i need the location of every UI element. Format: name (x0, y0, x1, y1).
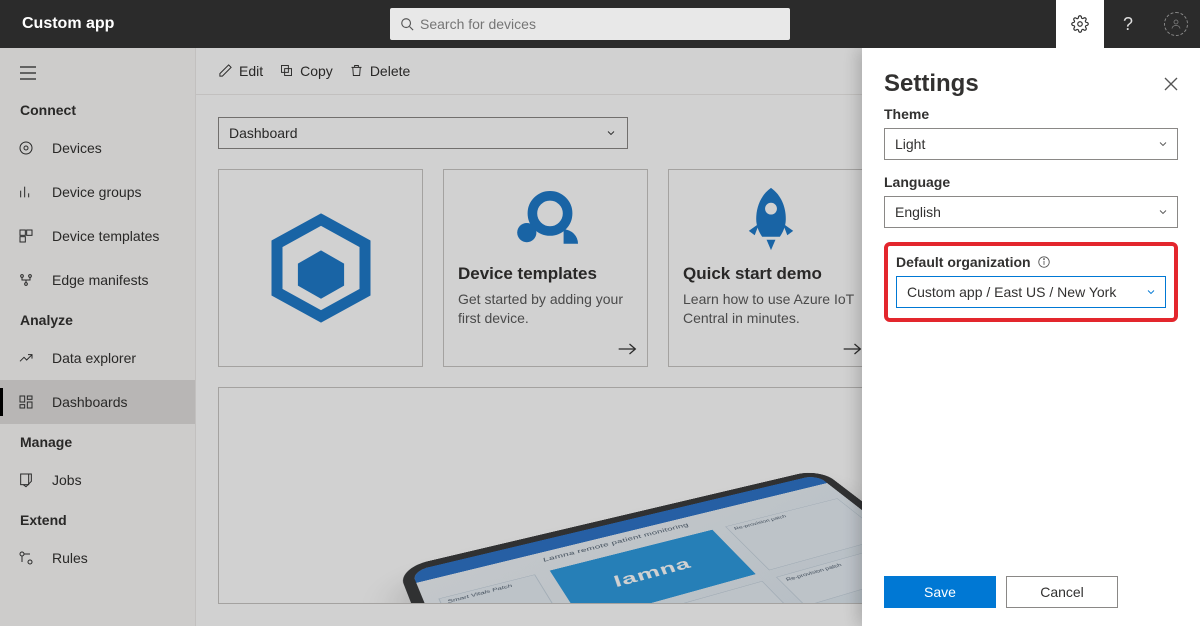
theme-value: Light (895, 136, 925, 152)
search-wrap (390, 8, 790, 40)
cancel-button[interactable]: Cancel (1006, 576, 1118, 608)
gear-icon (1071, 15, 1089, 33)
header-right: ? (1056, 0, 1200, 48)
close-button[interactable] (1164, 77, 1178, 91)
question-icon: ? (1123, 14, 1133, 35)
language-value: English (895, 204, 941, 220)
panel-footer: Save Cancel (862, 562, 1200, 626)
account-button[interactable] (1152, 0, 1200, 48)
search-box[interactable] (390, 8, 790, 40)
theme-select[interactable]: Light (884, 128, 1178, 160)
app-title: Custom app (0, 15, 190, 33)
chevron-down-icon (1157, 206, 1169, 218)
chevron-down-icon (1157, 138, 1169, 150)
search-icon (400, 17, 414, 31)
help-button[interactable]: ? (1104, 0, 1152, 48)
language-select[interactable]: English (884, 196, 1178, 228)
panel-title: Settings (884, 70, 979, 98)
panel-header: Settings (884, 70, 1178, 98)
default-org-value: Custom app / East US / New York (907, 284, 1116, 300)
default-org-label-text: Default organization (896, 254, 1031, 270)
settings-panel: Settings Theme Light Language English De… (862, 48, 1200, 626)
settings-button[interactable] (1056, 0, 1104, 48)
default-org-select[interactable]: Custom app / East US / New York (896, 276, 1166, 308)
info-icon[interactable] (1037, 255, 1051, 269)
cancel-label: Cancel (1040, 584, 1084, 600)
body-row: Connect Devices Device groups Device tem… (0, 48, 1200, 626)
language-label: Language (884, 174, 1178, 190)
default-org-label: Default organization (896, 254, 1166, 270)
avatar-icon (1164, 12, 1188, 36)
save-button[interactable]: Save (884, 576, 996, 608)
theme-label: Theme (884, 106, 1178, 122)
save-label: Save (924, 584, 956, 600)
default-org-highlight: Default organization Custom app / East U… (884, 242, 1178, 322)
chevron-down-icon (1145, 286, 1157, 298)
close-icon (1164, 77, 1178, 91)
search-input[interactable] (414, 16, 780, 32)
app-header: Custom app ? (0, 0, 1200, 48)
